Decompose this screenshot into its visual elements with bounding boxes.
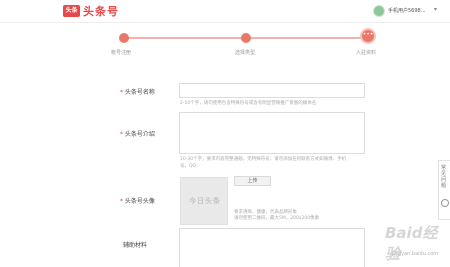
faq-side-tab[interactable]: 常见问题: [438, 160, 450, 220]
intro-hint-line2: 号、QQ: [180, 164, 197, 169]
step-profile-label: 入驻资料: [356, 50, 377, 56]
name-hint: 2-10个字，请勿使用包含特殊符号或含有明显营销推广意图的媒体名: [180, 101, 317, 106]
step-register-label: 帐号注册: [111, 50, 132, 56]
chevron-down-icon[interactable]: ▾: [434, 6, 437, 13]
baidu-watermark: Baid经验: [385, 224, 438, 263]
name-label-text: 头条号名称: [124, 89, 155, 96]
user-avatar[interactable]: [373, 5, 385, 17]
avatar-hint-line2: 请勿使用二维码，最大5M，200x200像素: [234, 216, 320, 221]
intro-label-text: 头条号介绍: [124, 131, 155, 138]
toutiao-logo-badge[interactable]: 头条: [63, 5, 80, 17]
intro-field-label: * 头条号介绍: [120, 129, 155, 138]
faq-side-label: 常见问题: [441, 165, 447, 189]
avatar-field-label: * 头条号头像: [120, 196, 155, 205]
materials-field-label: 辅助材料: [123, 242, 148, 249]
step-register-dot: [119, 33, 129, 43]
intro-hint-line1: 10-30个字，要求内容完整通顺，无特殊符号，请勿添加任何联系方式如微博、手机: [180, 157, 347, 162]
required-mark: *: [120, 131, 123, 138]
help-circle-icon: [441, 199, 449, 207]
required-mark: *: [120, 198, 123, 205]
more-dots-icon: •••: [362, 31, 374, 38]
intro-textarea[interactable]: [179, 112, 365, 154]
user-name[interactable]: 手机用户5698...: [388, 7, 426, 14]
required-mark: *: [120, 89, 123, 96]
name-field-label: * 头条号名称: [120, 87, 155, 96]
avatar-label-text: 头条号头像: [124, 198, 155, 205]
upload-button[interactable]: 上传: [234, 176, 271, 186]
toutiao-logo-text[interactable]: 头条号: [83, 3, 119, 19]
name-input[interactable]: [179, 83, 365, 98]
step-type-label: 选择类型: [235, 50, 256, 56]
avatar-placeholder-text: 今日头条: [189, 197, 221, 205]
top-header: 头条 头条号 手机用户5698... ▾: [0, 0, 450, 23]
materials-upload-area[interactable]: [179, 228, 365, 267]
step-profile-dot: •••: [360, 28, 376, 44]
step-type-dot: [241, 33, 251, 43]
baidu-watermark-url: jingyan.baidu.com: [392, 251, 439, 257]
avatar-preview[interactable]: 今日头条: [180, 177, 228, 225]
